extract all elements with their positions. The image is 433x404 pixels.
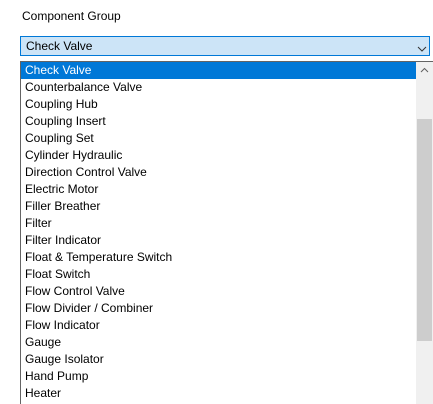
list-item[interactable]: Hand Pump	[21, 368, 416, 385]
list-item[interactable]: Flow Divider / Combiner	[21, 300, 416, 317]
list-item[interactable]: Filler Breather	[21, 198, 416, 215]
option-list: Check Valve Counterbalance Valve Coupling …	[21, 62, 416, 402]
list-item[interactable]: Flow Indicator	[21, 317, 416, 334]
list-item[interactable]: Coupling Insert	[21, 113, 416, 130]
list-item[interactable]: Float Switch	[21, 266, 416, 283]
list-item[interactable]: Cylinder Hydraulic	[21, 147, 416, 164]
list-item[interactable]: Direction Control Valve	[21, 164, 416, 181]
list-item[interactable]: Flow Control Valve	[21, 283, 416, 300]
chevron-up-icon[interactable]	[416, 62, 433, 79]
list-item[interactable]: Coupling Hub	[21, 96, 416, 113]
list-item[interactable]: Coupling Set	[21, 130, 416, 147]
selected-value: Check Valve	[26, 39, 93, 53]
vertical-scrollbar[interactable]	[416, 62, 433, 404]
list-item[interactable]: Check Valve	[21, 62, 416, 79]
component-group-label: Component Group	[22, 9, 121, 23]
chevron-down-icon[interactable]	[417, 41, 427, 52]
component-group-form: Component Group Check Valve Check Valve C…	[0, 0, 433, 404]
list-item[interactable]: Electric Motor	[21, 181, 416, 198]
scrollbar-thumb[interactable]	[417, 119, 432, 341]
list-item[interactable]: Counterbalance Valve	[21, 79, 416, 96]
component-group-select[interactable]: Check Valve	[20, 36, 430, 56]
list-item[interactable]: Float & Temperature Switch	[21, 249, 416, 266]
list-item[interactable]: Gauge Isolator	[21, 351, 416, 368]
list-item[interactable]: Gauge	[21, 334, 416, 351]
list-item[interactable]: Heater	[21, 385, 416, 402]
component-group-dropdown-list: Check Valve Counterbalance Valve Coupling …	[20, 61, 433, 404]
list-item[interactable]: Filter Indicator	[21, 232, 416, 249]
list-item[interactable]: Filter	[21, 215, 416, 232]
